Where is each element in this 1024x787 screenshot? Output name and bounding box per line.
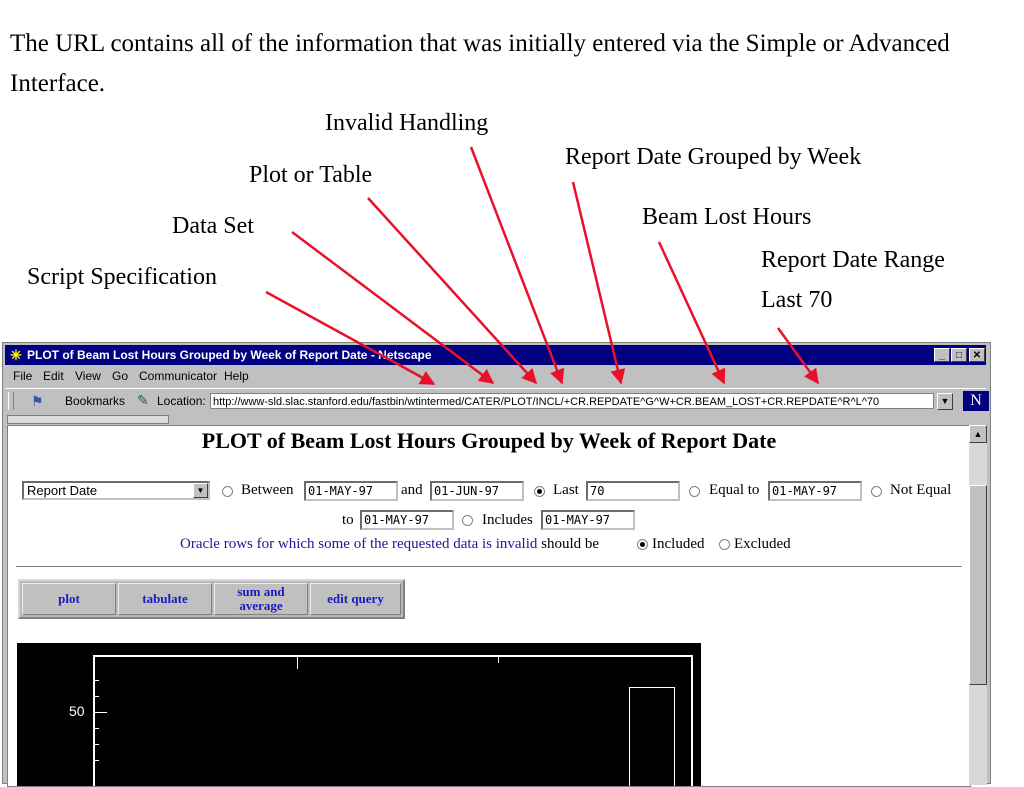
last-label: Last (553, 482, 579, 498)
netscape-logo: N (963, 391, 989, 411)
invalid-data-line: Oracle rows for which some of the reques… (180, 536, 599, 553)
sum-average-line1: sum and (237, 584, 285, 599)
plot-tick-top (498, 655, 499, 663)
menu-help[interactable]: Help (224, 369, 249, 383)
radio-equal-to[interactable] (689, 486, 700, 497)
between-from-field[interactable]: 01-MAY-97 (304, 481, 398, 501)
plot-right-axis (691, 655, 693, 786)
url-field[interactable]: http://www-sld.slac.stanford.edu/fastbin… (210, 393, 934, 409)
plot-tick-major (93, 712, 107, 713)
radio-included[interactable] (637, 539, 648, 550)
location-toolbar: ⚑ Bookmarks ✎ Location: http://www-sld.s… (5, 388, 989, 413)
radio-not-equal[interactable] (871, 486, 882, 497)
divider (16, 566, 962, 568)
not-equal-field[interactable]: 01-MAY-97 (360, 510, 454, 530)
page-content: PLOT of Beam Lost Hours Grouped by Week … (7, 425, 971, 787)
menu-go[interactable]: Go (112, 369, 128, 383)
radio-between[interactable] (222, 486, 233, 497)
page-heading: PLOT of Beam Lost Hours Grouped by Week … (201, 428, 777, 453)
includes-field[interactable]: 01-MAY-97 (541, 510, 635, 530)
invalid-data-text: Oracle rows for which some of the reques… (180, 536, 538, 552)
action-button-row: plot tabulate sum and average edit query (18, 579, 405, 619)
bookmarks-icon: ⚑ (31, 393, 44, 409)
field-select[interactable]: Report Date ▼ (22, 481, 210, 500)
minimize-icon[interactable]: _ (934, 348, 950, 362)
window-title: PLOT of Beam Lost Hours Grouped by Week … (27, 348, 432, 362)
maximize-icon[interactable]: □ (951, 348, 967, 362)
chevron-down-icon[interactable]: ▼ (193, 483, 208, 498)
title-bar: ✳ PLOT of Beam Lost Hours Grouped by Wee… (5, 345, 986, 365)
location-icon: ✎ (137, 392, 149, 408)
intro-text: The URL contains all of the information … (10, 30, 950, 97)
plot-tick (93, 696, 99, 697)
radio-includes[interactable] (462, 515, 473, 526)
plot-bar (629, 687, 675, 786)
location-label: Location: (157, 394, 206, 408)
scroll-thumb[interactable] (969, 485, 987, 685)
plot-y-axis (93, 655, 95, 786)
toolbar-tab-strip[interactable] (7, 415, 169, 424)
label-report-date-range: Report Date Range (761, 247, 945, 273)
menu-communicator[interactable]: Communicator (139, 369, 217, 383)
close-icon[interactable]: ✕ (969, 348, 985, 362)
label-beam-lost-hours: Beam Lost Hours (642, 204, 812, 230)
edit-query-button[interactable]: edit query (310, 583, 401, 615)
toolbar-grip[interactable] (8, 392, 14, 410)
label-last-70: Last 70 (761, 287, 833, 313)
netscape-window: ✳ PLOT of Beam Lost Hours Grouped by Wee… (2, 342, 991, 787)
plot-top-axis (93, 655, 693, 657)
not-equal-label: Not Equal (890, 482, 952, 498)
vertical-scrollbar[interactable]: ▲ (969, 425, 987, 785)
plot-tick (93, 760, 99, 761)
label-script-spec: Script Specification (27, 264, 217, 290)
and-label: and (401, 482, 423, 498)
should-be-label: should be (541, 536, 600, 552)
scroll-up-icon[interactable]: ▲ (969, 425, 987, 443)
equal-to-field[interactable]: 01-MAY-97 (768, 481, 862, 501)
plot-tick-top (297, 655, 298, 669)
menu-file[interactable]: File (13, 369, 32, 383)
label-invalid-handling: Invalid Handling (325, 110, 489, 136)
url-dropdown-icon[interactable]: ▼ (937, 393, 953, 410)
equal-to-label: Equal to (709, 482, 760, 498)
plot-button[interactable]: plot (22, 583, 116, 615)
menu-bar: File Edit View Go Communicator Help (5, 367, 986, 385)
bookmarks-button[interactable]: Bookmarks (65, 394, 125, 408)
to-label: to (342, 512, 354, 528)
plot-tick (93, 680, 99, 681)
between-to-field[interactable]: 01-JUN-97 (430, 481, 524, 501)
netscape-app-icon: ✳ (10, 347, 22, 363)
plot-tick (93, 744, 99, 745)
plot-tick (93, 728, 99, 729)
includes-label: Includes (482, 512, 533, 528)
label-data-set: Data Set (172, 213, 254, 239)
excluded-label: Excluded (734, 536, 791, 552)
last-value-field[interactable]: 70 (586, 481, 680, 501)
included-label: Included (652, 536, 705, 552)
field-select-value: Report Date (27, 483, 98, 498)
label-report-date-week: Report Date Grouped by Week (565, 144, 862, 170)
label-plot-or-table: Plot or Table (249, 162, 373, 188)
plot-area: 50 (17, 643, 701, 786)
menu-edit[interactable]: Edit (43, 369, 64, 383)
plot-y-tick-label: 50 (69, 703, 85, 719)
radio-excluded[interactable] (719, 539, 730, 550)
menu-view[interactable]: View (75, 369, 101, 383)
sum-average-line2: average (239, 598, 283, 613)
tabulate-button[interactable]: tabulate (118, 583, 212, 615)
radio-last[interactable] (534, 486, 545, 497)
between-label: Between (241, 482, 294, 498)
sum-average-button[interactable]: sum and average (214, 583, 308, 615)
